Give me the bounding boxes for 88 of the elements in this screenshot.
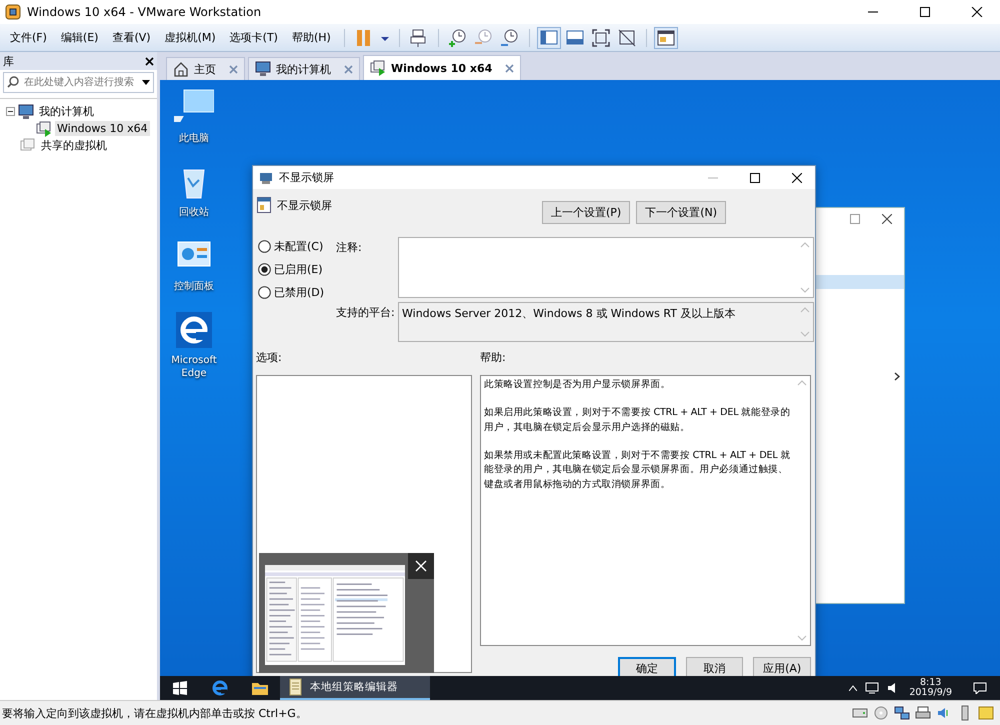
close-tab-button[interactable] [229,64,238,74]
section-label: 帮助: [480,350,507,366]
network-adapter-icon[interactable] [894,705,910,721]
windows-logo-icon [173,681,187,695]
network-icon[interactable] [865,682,880,694]
show-hidden-icons-button[interactable] [849,685,858,691]
computer-icon [255,61,271,77]
library-view-button[interactable] [536,26,561,48]
console-view-icon [656,28,676,48]
computer-icon [18,104,34,120]
radio-icon [258,286,271,299]
dialog-title: 不显示锁屏 [279,170,335,185]
close-button[interactable] [145,56,154,66]
virtual-machine-icon [370,60,386,76]
shared-computers-icon [20,138,36,154]
menu-item[interactable]: 选项卡(T) [224,30,284,45]
menu-item[interactable]: 编辑(E) [54,30,104,45]
thumbnail-bar-icon [564,28,585,48]
setting-icon [257,197,271,213]
search-icon [7,76,19,88]
unity-mode-icon [616,28,637,48]
status-text: 要将输入定向到该虚拟机，请在虚拟机内部单击或按 Ctrl+G。 [2,706,308,720]
help-paragraph: 如果禁用或未配置此策略设置，则对于不需要按 CTRL + ALT + DEL 就能登录的用户，其电脑在锁定后会显示锁屏界面。用户必须通过触摸、键盘或者用鼠标拖动的方式取消锁屏界面。 [484,448,791,492]
dialog-button[interactable]: 应用(A) [753,657,811,676]
window-title: Windows 10 x64 - VMware Workstation [27,5,262,19]
maximize-button[interactable] [919,7,931,17]
tree-item[interactable]: 共享的虚拟机 [39,137,109,154]
close-icon [415,560,427,572]
virtual-machine-icon [36,120,52,136]
tree-item[interactable]: 我的计算机 [37,103,96,120]
close-button[interactable] [792,172,802,182]
nav-button[interactable]: 下一个设置(N) [636,201,726,224]
tab[interactable]: 我的计算机 [248,57,360,80]
clock[interactable]: 8:13 2019/9/9 [909,678,952,698]
dialog-button[interactable]: 确定 [618,657,676,676]
dropdown-caret-icon[interactable] [142,80,150,85]
library-view-icon [538,28,559,48]
platform-text: Windows Server 2012、Windows 8 或 Windows RT 及以上版本 [401,306,736,322]
menu-item[interactable]: 虚拟机(M) [158,30,222,45]
maximize-button[interactable] [750,172,760,182]
collapse-toggle[interactable] [6,107,15,116]
nav-button[interactable]: 上一个设置(P) [542,201,630,224]
close-button[interactable] [408,553,434,579]
field-label: 注释: [336,240,363,256]
tab[interactable]: Windows 10 x64 [363,55,522,80]
help-paragraph: 此策略设置控制是否为用户显示锁屏界面。 [484,378,672,392]
tree-item[interactable]: Windows 10 x64 [55,121,150,136]
document-icon [288,678,304,696]
radio-icon [258,263,271,276]
printer-icon[interactable] [915,705,931,721]
section-label: 选项: [256,350,283,366]
dialog-button[interactable]: 取消 [686,657,744,676]
menu-item[interactable]: 文件(F) [4,30,53,45]
desktop-icon-label[interactable]: 控制面板 [174,280,214,293]
close-tab-button[interactable] [344,64,353,74]
menu-item[interactable]: 查看(V) [106,30,157,45]
app-logo-icon [5,4,21,20]
radio-icon [258,240,271,253]
full-screen-icon [590,28,611,48]
browser-icon[interactable] [174,310,214,350]
notifications-button[interactable] [973,682,987,694]
snapshot-manager-icon [500,28,520,48]
radio-option[interactable]: 已启用(E) [258,262,336,277]
home-icon [173,61,189,77]
close-button[interactable] [882,214,892,224]
desktop-icon-label[interactable]: 此电脑 [179,132,209,145]
console-view-button[interactable] [654,26,678,48]
field-label: 支持的平台: [336,305,396,321]
folder-icon[interactable] [252,681,268,695]
search-field[interactable]: 在此处键入内容进行搜索 [3,72,154,93]
cd-drive-icon[interactable] [873,705,889,721]
menu-item[interactable]: 帮助(H) [286,30,337,45]
tab[interactable]: 主页 [166,57,245,80]
help-paragraph: 如果启用此策略设置，则对于不需要按 CTRL + ALT + DEL 就能登录的用户，其电脑在锁定后会显示用户选择的磁贴。 [484,406,791,435]
taskbar-app-button[interactable]: 本地组策略编辑器 [280,676,430,700]
close-button[interactable] [971,7,983,17]
close-tab-button[interactable] [505,64,514,72]
setting-heading: 不显示锁屏 [276,198,333,213]
radio-option[interactable]: 未配置(C) [258,239,336,254]
desktop-icon-label[interactable]: 回收站 [179,206,209,219]
scroll-right-icon[interactable] [894,372,900,380]
snapshot-icon [448,28,468,48]
library-title: 库 [3,54,14,68]
policy-icon [259,170,273,184]
browser-icon[interactable] [212,680,228,696]
radio-option[interactable]: 已禁用(D) [258,285,336,300]
desktop-icon-label[interactable]: Microsoft Edge [168,354,220,380]
message-icon[interactable] [978,705,994,721]
